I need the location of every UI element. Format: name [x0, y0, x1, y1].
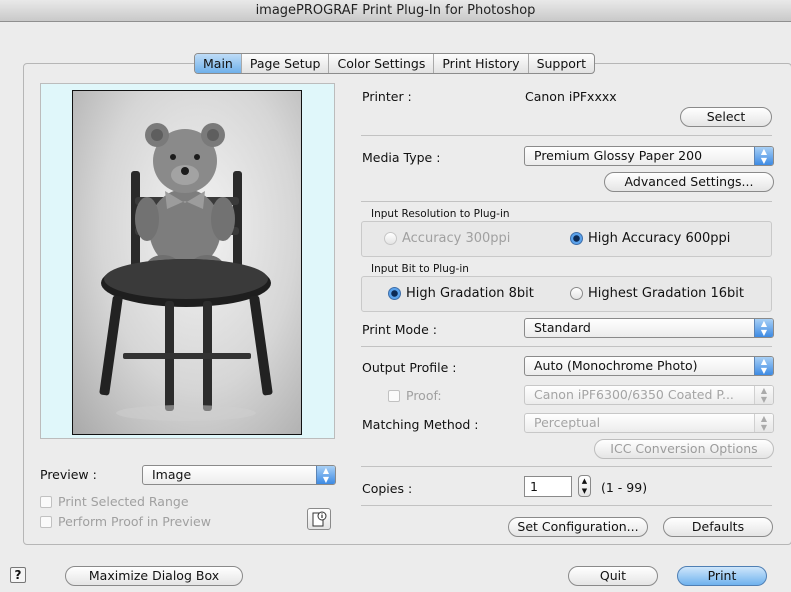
popup-arrows-icon: ▲ ▼ — [754, 147, 773, 165]
print-mode-label: Print Mode : — [362, 322, 437, 337]
popup-arrows-icon: ▲ ▼ — [316, 466, 335, 484]
highest-gradation-16bit-label: Highest Gradation 16bit — [588, 286, 745, 301]
checkbox-icon — [40, 495, 52, 508]
proof-checkbox[interactable]: Proof: — [388, 388, 442, 403]
preview-image — [72, 90, 302, 435]
accuracy-300-label: Accuracy 300ppi — [402, 231, 511, 246]
media-type-value: Premium Glossy Paper 200 — [534, 148, 703, 163]
highest-gradation-16bit-radio[interactable]: Highest Gradation 16bit — [570, 286, 744, 301]
perform-proof-checkbox[interactable]: Perform Proof in Preview — [40, 514, 211, 529]
tab-page-setup[interactable]: Page Setup — [242, 54, 330, 73]
matching-method-popup[interactable]: Perceptual ▲ ▼ — [524, 413, 774, 433]
advanced-settings-button[interactable]: Advanced Settings... — [604, 172, 774, 192]
print-selected-range-checkbox[interactable]: Print Selected Range — [40, 494, 189, 509]
input-resolution-label: Input Resolution to Plug-in — [371, 208, 510, 220]
preview-label: Preview : — [40, 467, 97, 482]
checkbox-icon — [388, 389, 400, 402]
copies-input[interactable]: 1 — [524, 476, 572, 497]
stepper-arrows-icon: ▲ ▼ — [581, 477, 588, 495]
tab-print-history[interactable]: Print History — [434, 54, 529, 73]
quit-button[interactable]: Quit — [568, 566, 658, 586]
print-mode-popup[interactable]: Standard ▲ ▼ — [524, 318, 774, 338]
printer-value: Canon iPFxxxx — [525, 89, 617, 104]
accuracy-300-radio[interactable]: Accuracy 300ppi — [384, 231, 510, 246]
proof-label: Proof: — [406, 388, 442, 403]
media-type-popup[interactable]: Premium Glossy Paper 200 ▲ ▼ — [524, 146, 774, 166]
print-button[interactable]: Print — [677, 566, 767, 586]
defaults-button[interactable]: Defaults — [663, 517, 773, 537]
divider — [361, 201, 772, 202]
select-printer-button[interactable]: Select — [680, 107, 772, 127]
help-button[interactable]: ? — [10, 567, 26, 583]
divider — [361, 346, 772, 347]
popup-arrows-icon: ▲ ▼ — [754, 414, 773, 432]
high-accuracy-600-label: High Accuracy 600ppi — [588, 231, 731, 246]
print-selected-range-label: Print Selected Range — [58, 494, 189, 509]
copies-range: (1 - 99) — [601, 480, 648, 495]
high-gradation-8bit-label: High Gradation 8bit — [406, 286, 534, 301]
printer-label: Printer : — [362, 89, 412, 104]
divider — [361, 135, 772, 136]
popup-arrows-icon: ▲ ▼ — [754, 357, 773, 375]
document-info-icon — [312, 511, 327, 527]
checkbox-icon — [40, 515, 52, 528]
proof-settings-button[interactable] — [307, 508, 331, 530]
radio-icon — [384, 232, 397, 245]
high-gradation-8bit-radio[interactable]: High Gradation 8bit — [388, 286, 534, 301]
media-type-label: Media Type : — [362, 150, 441, 165]
radio-selected-icon — [388, 287, 401, 300]
preview-popup[interactable]: Image ▲ ▼ — [142, 465, 336, 485]
output-profile-popup[interactable]: Auto (Monochrome Photo) ▲ ▼ — [524, 356, 774, 376]
popup-arrows-icon: ▲ ▼ — [754, 319, 773, 337]
perform-proof-label: Perform Proof in Preview — [58, 514, 211, 529]
tab-support[interactable]: Support — [529, 54, 594, 73]
tab-main[interactable]: Main — [195, 54, 242, 73]
copies-label: Copies : — [362, 481, 413, 496]
divider — [361, 466, 772, 467]
print-mode-value: Standard — [534, 320, 591, 335]
popup-arrows-icon: ▲ ▼ — [754, 386, 773, 404]
output-profile-value: Auto (Monochrome Photo) — [534, 358, 698, 373]
tab-color-settings[interactable]: Color Settings — [329, 54, 435, 73]
radio-icon — [570, 287, 583, 300]
window-title: imagePROGRAF Print Plug-In for Photoshop — [0, 0, 791, 22]
divider — [361, 505, 772, 506]
teddy-bear-chair-photo — [99, 123, 273, 421]
high-accuracy-600-radio[interactable]: High Accuracy 600ppi — [570, 231, 730, 246]
output-profile-label: Output Profile : — [362, 360, 457, 375]
proof-profile-value: Canon iPF6300/6350 Coated P... — [534, 387, 734, 402]
icc-conversion-options-button[interactable]: ICC Conversion Options — [594, 439, 774, 459]
preview-value: Image — [152, 467, 192, 482]
copies-stepper[interactable]: ▲ ▼ — [578, 475, 591, 497]
maximize-dialog-button[interactable]: Maximize Dialog Box — [65, 566, 243, 586]
matching-method-label: Matching Method : — [362, 417, 479, 432]
matching-method-value: Perceptual — [534, 415, 601, 430]
input-bit-label: Input Bit to Plug-in — [371, 263, 469, 275]
tab-bar: Main Page Setup Color Settings Print His… — [194, 53, 595, 74]
radio-selected-icon — [570, 232, 583, 245]
proof-profile-popup[interactable]: Canon iPF6300/6350 Coated P... ▲ ▼ — [524, 385, 774, 405]
set-configuration-button[interactable]: Set Configuration... — [508, 517, 648, 537]
